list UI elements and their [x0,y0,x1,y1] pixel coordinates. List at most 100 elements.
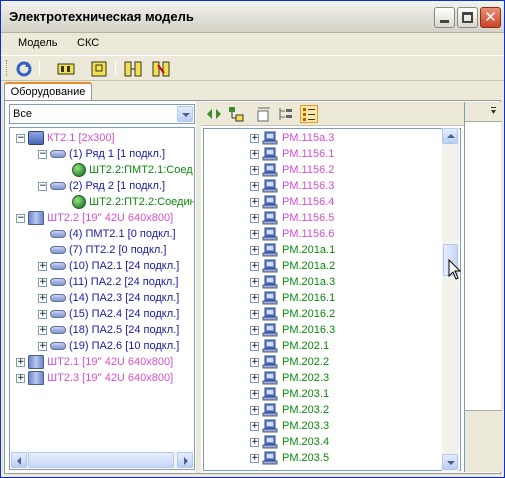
connection-item[interactable]: + PM.115a.3 [250,130,334,146]
expand-toggle-icon[interactable]: + [250,277,259,287]
expand-toggle-icon[interactable]: + [250,293,259,303]
filter-combobox[interactable]: Все [9,104,195,124]
connection-item[interactable]: + PM.2016.3 [250,322,335,338]
disconnect-button[interactable] [151,59,171,79]
expand-toggle-icon[interactable]: + [250,453,259,463]
scroll-left-button[interactable] [11,452,27,468]
maximize-button[interactable] [457,7,478,28]
expand-toggle-icon[interactable]: + [38,341,47,351]
tree-node[interactable]: − (1) Ряд 1 [1 подкл.] [38,146,165,162]
equipment-tree[interactable]: − КТ2.1 [2x300] − (1) Ряд 1 [1 подкл.] ШТ2.2… [9,127,195,470]
expand-toggle-icon[interactable]: + [250,325,259,335]
collapse-toggle-icon[interactable]: − [16,213,25,223]
tree-node[interactable]: + (11) ПА2.2 [24 подкл.] [38,274,178,290]
expand-toggle-icon[interactable]: + [250,261,259,271]
connection-item[interactable]: + PM.203.3 [250,418,329,434]
tree-structure-button[interactable] [227,105,245,123]
expand-toggle-icon[interactable]: + [250,389,259,399]
tree-node[interactable]: + ШТ2.3 [19'' 42U 640x800] [16,370,173,386]
connection-item[interactable]: + PM.202.3 [250,370,329,386]
collapse-toggle-icon[interactable]: − [38,149,47,159]
minimize-button[interactable] [434,7,455,28]
connection-item[interactable]: + PM.2016.2 [250,306,335,322]
connection-item[interactable]: + PM.202.1 [250,338,329,354]
tree-node[interactable]: − (2) Ряд 2 [1 подкл.] [38,178,165,194]
connection-item[interactable]: + PM.1156.6 [250,226,334,242]
tree-node[interactable]: ШТ2.2:ПТ2.2:Соедин [60,194,194,210]
connection-item[interactable]: + PM.201a.1 [250,242,335,258]
expand-toggle-icon[interactable]: + [250,373,259,383]
collapse-button[interactable] [255,105,273,123]
tree-view-button[interactable] [277,105,295,123]
tree-node[interactable]: + (19) ПА2.6 [10 подкл.] [38,338,179,354]
equipment-button-1[interactable] [56,59,76,79]
connection-item[interactable]: + PM.1156.4 [250,194,334,210]
expand-toggle-icon[interactable]: + [16,373,25,383]
tree-node[interactable]: (7) ПТ2.2 [0 подкл.] [38,242,166,258]
connection-item[interactable]: + PM.1156.3 [250,178,334,194]
tree-node[interactable]: − ШТ2.2 [19'' 42U 640x800] [16,210,173,226]
expand-toggle-icon[interactable]: + [250,133,259,143]
tree-node[interactable]: (4) ПМТ2.1 [0 подкл.] [38,226,176,242]
expand-toggle-icon[interactable]: + [250,245,259,255]
expand-toggle-icon[interactable]: + [250,149,259,159]
expand-toggle-icon[interactable]: + [250,213,259,223]
back-forward-button[interactable] [205,105,223,123]
connection-item[interactable]: + PM.1156.5 [250,210,334,226]
expand-toggle-icon[interactable]: + [250,197,259,207]
expand-toggle-icon[interactable]: + [250,309,259,319]
expand-toggle-icon[interactable]: + [38,293,47,303]
scroll-down-button[interactable] [442,454,458,470]
tree-node[interactable]: ШТ2.2:ПМТ2.1:Соед [60,162,193,178]
connection-item[interactable]: + PM.203.5 [250,450,329,466]
collapse-toggle-icon[interactable]: − [38,181,47,191]
tree-node[interactable]: + (15) ПА2.4 [24 подкл.] [38,306,179,322]
connection-item[interactable]: + PM.202.2 [250,354,329,370]
tree-node[interactable]: + (18) ПА2.5 [24 подкл.] [38,322,179,338]
connect-button[interactable] [123,59,143,79]
properties-header[interactable] [465,102,502,122]
connections-tree[interactable]: + PM.115a.3 + PM.1156.1 + PM.1156.2 + PM.1156.3… [203,128,461,471]
expand-toggle-icon[interactable]: + [250,357,259,367]
tree-node[interactable]: + ШТ2.1 [19'' 42U 640x800] [16,354,173,370]
expand-toggle-icon[interactable]: + [38,277,47,287]
connection-item[interactable]: + PM.2016.1 [250,290,335,306]
expand-toggle-icon[interactable]: + [250,437,259,447]
connection-item[interactable]: + PM.201a.3 [250,274,335,290]
expand-toggle-icon[interactable]: + [250,405,259,415]
equipment-button-2[interactable] [89,59,109,79]
menu-model[interactable]: Модель [18,37,57,49]
pane-splitter[interactable] [196,101,201,473]
title-bar[interactable]: Электротехническая модель ✕ [1,1,504,33]
collapse-toggle-icon[interactable]: − [16,133,25,143]
expand-toggle-icon[interactable]: + [250,165,259,175]
filter-dropdown-button[interactable] [177,106,193,122]
list-view-button[interactable] [300,105,318,123]
expand-toggle-icon[interactable]: + [250,181,259,191]
expand-toggle-icon[interactable]: + [250,229,259,239]
tab-equipment[interactable]: Оборудование [4,82,92,101]
horizontal-scrollbar[interactable] [11,452,193,468]
toolbar-grip[interactable] [6,60,9,76]
connection-item[interactable]: + PM.201a.2 [250,258,335,274]
refresh-button[interactable] [14,59,34,79]
close-button[interactable]: ✕ [480,7,501,28]
expand-toggle-icon[interactable]: + [38,261,47,271]
tree-node[interactable]: − КТ2.1 [2x300] [16,130,115,146]
expand-toggle-icon[interactable]: + [38,325,47,335]
menu-scs[interactable]: СКС [77,37,99,49]
scroll-thumb[interactable] [28,452,174,468]
connection-item[interactable]: + PM.203.2 [250,402,329,418]
connection-item[interactable]: + PM.203.1 [250,386,329,402]
scroll-right-button[interactable] [177,452,193,468]
connection-item[interactable]: + PM.1156.1 [250,146,334,162]
scroll-up-button[interactable] [442,128,458,144]
vertical-scrollbar[interactable] [442,128,459,471]
tree-node[interactable]: + (10) ПА2.1 [24 подкл.] [38,258,179,274]
expand-toggle-icon[interactable]: + [250,341,259,351]
expand-toggle-icon[interactable]: + [250,421,259,431]
expand-toggle-icon[interactable]: + [38,309,47,319]
expand-toggle-icon[interactable]: + [16,357,25,367]
connection-item[interactable]: + PM.1156.2 [250,162,334,178]
connection-item[interactable]: + PM.203.4 [250,434,329,450]
